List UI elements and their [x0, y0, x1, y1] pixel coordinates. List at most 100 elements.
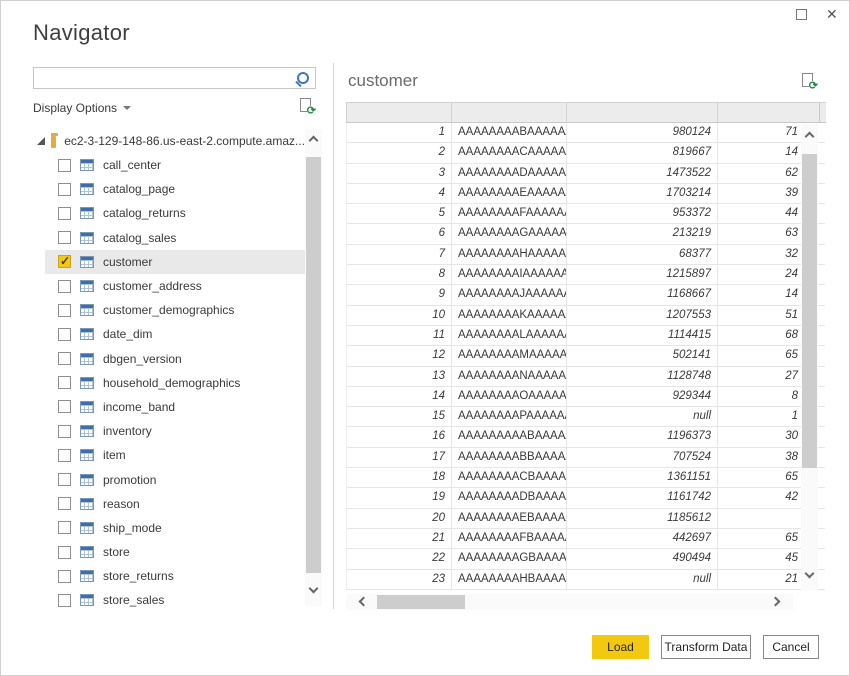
tree-item[interactable]: item [45, 443, 305, 467]
cell-customer-sk: 9 [347, 285, 452, 305]
tree-item[interactable]: store_returns [45, 564, 305, 588]
tree-item[interactable]: catalog_sales [45, 226, 305, 250]
tree-item[interactable]: reason [45, 492, 305, 516]
cell-customer-id: AAAAAAAAPAAAAAAA [452, 407, 567, 427]
expand-twisty-icon[interactable] [37, 137, 45, 145]
scroll-up-icon[interactable] [804, 131, 815, 142]
table-icon [80, 352, 94, 365]
scroll-down-icon[interactable] [804, 568, 815, 579]
cell-customer-id: AAAAAAAAFAAAAAAA [452, 204, 567, 224]
cell-customer-id: AAAAAAAAKAAAAAAA [452, 305, 567, 325]
cell-customer-sk: 22 [347, 549, 452, 569]
cell-customer-sk: 2 [347, 143, 452, 163]
table-icon [80, 497, 94, 510]
tree-item[interactable]: store_sales [45, 588, 305, 612]
checkbox[interactable] [58, 448, 71, 462]
server-label: ec2-3-129-148-86.us-east-2.compute.amaz.… [64, 134, 305, 148]
tree-item[interactable]: catalog_page [45, 177, 305, 201]
table-row: 12 AAAAAAAAMAAAAAAA 502141 65 [346, 346, 825, 367]
cell-customer-id: AAAAAAAADBAAAAAA [452, 488, 567, 508]
maximize-icon[interactable] [796, 9, 807, 20]
display-options-dropdown[interactable]: Display Options [33, 101, 132, 115]
checkbox[interactable] [58, 424, 71, 438]
tree-item[interactable]: ship_mode [45, 516, 305, 540]
clipped-column-sliver [819, 102, 826, 123]
load-button[interactable]: Load [592, 635, 649, 659]
table-icon [80, 425, 94, 438]
preview-hscrollbar[interactable] [346, 594, 793, 610]
scroll-down-icon[interactable] [308, 583, 319, 594]
navigator-dialog: Navigator ✕ Display Options ⟳ ec2-3-129-… [0, 0, 850, 676]
table-row: 11 AAAAAAAALAAAAAAA 1114415 68 [346, 325, 825, 347]
tree-item[interactable]: catalog_returns [45, 201, 305, 225]
tree-server-node[interactable]: ec2-3-129-148-86.us-east-2.compute.amaz.… [37, 129, 305, 153]
table-row: 21 AAAAAAAAFBAAAAAA 442697 65 [346, 528, 825, 550]
refresh-list-icon[interactable]: ⟳ [299, 98, 316, 117]
scroll-left-icon[interactable] [358, 596, 369, 607]
search-icon[interactable] [295, 72, 309, 86]
cell-customer-id: AAAAAAAAHBAAAAAA [452, 569, 567, 589]
close-icon[interactable]: ✕ [826, 5, 838, 23]
tree-item[interactable]: date_dim [45, 322, 305, 346]
checkbox[interactable] [58, 327, 71, 341]
tree-item[interactable]: inventory [45, 419, 305, 443]
checkbox[interactable] [58, 231, 71, 245]
column-header [452, 103, 567, 122]
checkbox[interactable] [58, 279, 71, 293]
cell-cdemo-sk: 1473522 [567, 163, 718, 183]
cell-customer-sk: 8 [347, 265, 452, 285]
refresh-preview-icon[interactable]: ⟳ [801, 73, 818, 92]
checkbox[interactable] [58, 593, 71, 607]
cell-customer-sk: 4 [347, 183, 452, 204]
tree-item-label: household_demographics [103, 375, 241, 390]
tree-scrollbar[interactable] [305, 129, 322, 606]
preview-hscrollbar-thumb[interactable] [377, 595, 465, 609]
cell-customer-id: AAAAAAAAIAAAAAAA [452, 265, 567, 285]
checkbox[interactable] [58, 254, 71, 269]
tree-scrollbar-thumb[interactable] [306, 157, 321, 573]
tree-item[interactable]: income_band [45, 395, 305, 419]
column-header [567, 103, 718, 122]
scroll-right-icon[interactable] [770, 596, 781, 607]
checkbox[interactable] [58, 352, 71, 366]
cell-customer-id: AAAAAAAAMAAAAAAA [452, 346, 567, 366]
cell-cdemo-sk: 707524 [567, 447, 718, 468]
cell-cdemo-sk: 1128748 [567, 366, 718, 386]
checkbox[interactable] [58, 303, 71, 317]
cell-cdemo-sk: 502141 [567, 346, 718, 366]
cell-customer-id: AAAAAAAAJAAAAAAA [452, 285, 567, 305]
preview-vscrollbar-thumb[interactable] [802, 154, 817, 468]
cell-cdemo-sk: 68377 [567, 244, 718, 265]
cell-customer-id: AAAAAAAAHAAAAAAA [452, 244, 567, 265]
cancel-button[interactable]: Cancel [763, 635, 819, 659]
transform-data-button[interactable]: Transform Data [661, 635, 751, 659]
checkbox[interactable] [58, 182, 71, 196]
preview-vscrollbar[interactable] [801, 124, 818, 590]
tree-item[interactable]: call_center [45, 153, 305, 177]
tree-item[interactable]: household_demographics [45, 371, 305, 395]
tree-item[interactable]: promotion [45, 467, 305, 491]
tree-item[interactable]: dbgen_version [45, 347, 305, 371]
tree-item[interactable]: customer_demographics [45, 298, 305, 322]
checkbox[interactable] [58, 473, 71, 487]
scroll-up-icon[interactable] [308, 135, 319, 146]
checkbox[interactable] [58, 569, 71, 583]
cell-cdemo-sk: 1185612 [567, 508, 718, 528]
checkbox[interactable] [58, 545, 71, 559]
checkbox[interactable] [58, 400, 71, 414]
checkbox[interactable] [58, 158, 71, 172]
checkbox[interactable] [58, 521, 71, 535]
cell-customer-sk: 16 [347, 427, 452, 447]
refresh-arrows-glyph: ⟳ [808, 80, 818, 92]
cell-customer-id: AAAAAAAACAAAAAAA [452, 143, 567, 163]
tree-item[interactable]: customer [45, 249, 305, 274]
search-input[interactable] [38, 69, 288, 87]
tree-item-label: store_returns [103, 569, 174, 584]
tree-item[interactable]: store [45, 540, 305, 564]
tree-item[interactable]: customer_address [45, 274, 305, 298]
checkbox[interactable] [58, 376, 71, 390]
cell-customer-sk: 5 [347, 204, 452, 224]
checkbox[interactable] [58, 497, 71, 511]
cell-customer-sk: 1 [347, 123, 452, 143]
checkbox[interactable] [58, 206, 71, 220]
